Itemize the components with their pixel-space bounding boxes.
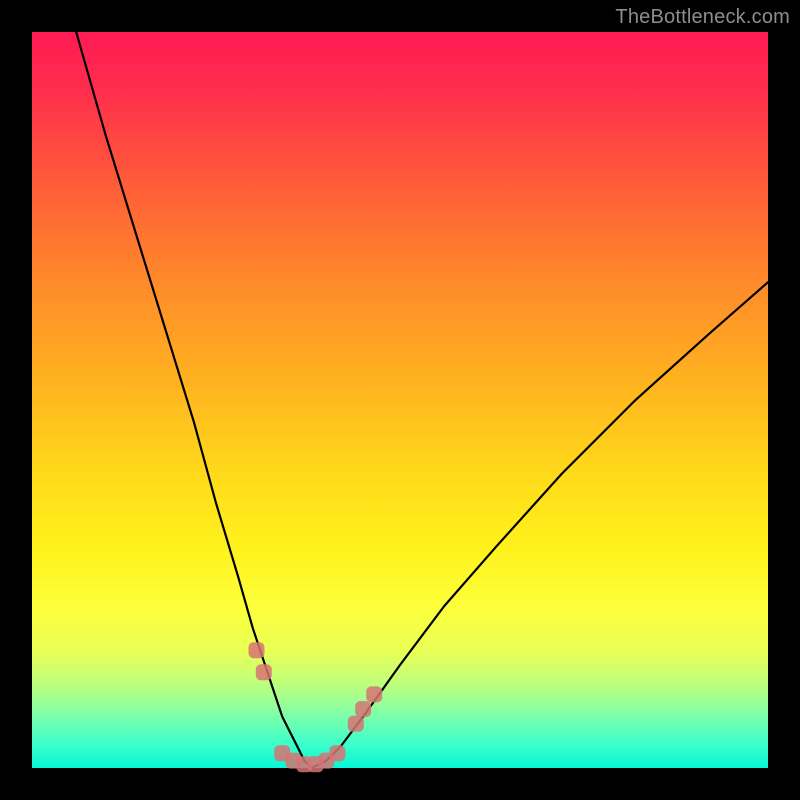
watermark-text: TheBottleneck.com bbox=[615, 6, 790, 29]
marker-point bbox=[355, 701, 371, 717]
marker-point bbox=[366, 686, 382, 702]
marker-point bbox=[256, 664, 272, 680]
marker-point bbox=[329, 745, 345, 761]
curve-curve-left bbox=[76, 32, 312, 768]
chart-frame: TheBottleneck.com bbox=[0, 0, 800, 800]
marker-point bbox=[348, 716, 364, 732]
plot-area bbox=[32, 32, 768, 768]
curve-layer bbox=[32, 32, 768, 768]
marker-point bbox=[249, 642, 265, 658]
